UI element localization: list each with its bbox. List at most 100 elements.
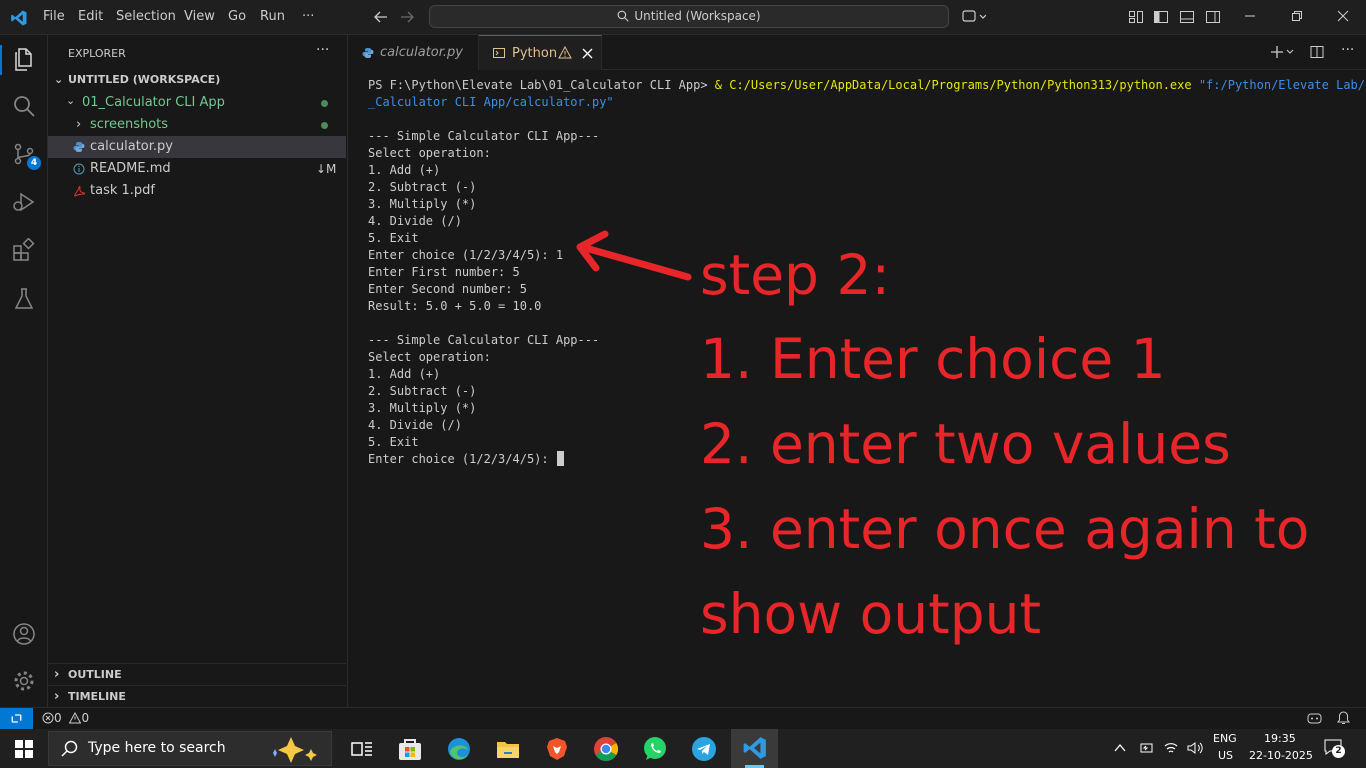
menu-go[interactable]: Go [228, 9, 246, 24]
menu-more[interactable]: ··· [302, 9, 314, 24]
chrome-browser-icon[interactable] [592, 735, 620, 763]
split-editor-icon[interactable] [1310, 45, 1324, 59]
menu-edit[interactable]: Edit [78, 9, 103, 24]
wifi-icon[interactable] [1163, 740, 1179, 756]
remote-indicator[interactable] [0, 708, 33, 730]
workspace-section-header[interactable]: ⌄ UNTITLED (WORKSPACE) [48, 69, 346, 91]
notification-center-button[interactable]: 2 [1324, 739, 1346, 759]
terminal-line: Select operation: [368, 350, 491, 364]
outline-section-header[interactable]: › OUTLINE [48, 663, 346, 686]
toggle-panel-icon[interactable] [1179, 9, 1195, 25]
new-terminal-icon[interactable] [1270, 45, 1294, 59]
terminal-arg: "f:/Python/Elevate Lab/01 [1191, 78, 1366, 92]
task-view-icon[interactable] [348, 735, 376, 763]
annotation-line: 2. enter two values [700, 412, 1231, 476]
info-icon [73, 163, 85, 175]
copilot-icon[interactable] [962, 9, 986, 25]
testing-icon[interactable] [12, 287, 36, 311]
accounts-icon[interactable] [12, 622, 36, 646]
file-explorer-icon[interactable] [494, 735, 522, 763]
search-icon [617, 10, 630, 22]
tree-item-folder-screenshots[interactable]: › screenshots [48, 114, 346, 136]
more-actions-button[interactable]: ··· [1341, 42, 1354, 58]
whatsapp-icon[interactable] [641, 735, 669, 763]
search-text: Untitled (Workspace) [634, 9, 761, 23]
chevron-down-icon: ⌄ [66, 94, 76, 107]
problems-indicator[interactable]: 0 0 [42, 711, 89, 725]
error-count: 0 [54, 711, 62, 725]
timeline-section-header[interactable]: › TIMELINE [48, 685, 346, 708]
terminal-line: --- Simple Calculator CLI App--- [368, 129, 600, 143]
clock-time[interactable]: 19:35 [1264, 732, 1296, 745]
clock-date[interactable]: 22-10-2025 [1249, 749, 1313, 762]
menu-run[interactable]: Run [260, 9, 285, 24]
editor-tab-bar: calculator.py Python ··· [348, 35, 1366, 70]
edge-browser-icon[interactable] [445, 735, 473, 763]
close-window-icon[interactable] [1336, 9, 1350, 23]
menu-file[interactable]: File [43, 9, 65, 24]
menu-selection[interactable]: Selection [116, 9, 176, 24]
tree-item-folder-calculator[interactable]: ⌄ 01_Calculator CLI App [48, 92, 346, 114]
forward-arrow-icon[interactable] [399, 9, 415, 25]
terminal-line: Enter choice (1/2/3/4/5): [368, 452, 556, 466]
tree-item-label: task 1.pdf [90, 183, 155, 198]
tab-python-terminal[interactable]: Python [479, 35, 602, 70]
tab-label: calculator.py [380, 45, 463, 60]
tree-item-calculator-py[interactable]: calculator.py [48, 136, 346, 158]
copilot-status-icon[interactable] [1307, 711, 1322, 725]
customize-layout-icon[interactable] [1128, 9, 1144, 25]
terminal-line: 4. Divide (/) [368, 418, 462, 432]
activity-bar: 4 [0, 35, 48, 707]
restore-icon[interactable] [1290, 9, 1304, 23]
battery-plug-icon[interactable] [1139, 740, 1155, 756]
timeline-title: TIMELINE [68, 690, 126, 703]
toggle-secondary-sidebar-icon[interactable] [1205, 9, 1221, 25]
back-arrow-icon[interactable] [373, 9, 389, 25]
terminal-line: 4. Divide (/) [368, 214, 462, 228]
tree-item-readme[interactable]: README.md ↓M [48, 158, 346, 180]
telegram-icon[interactable] [690, 735, 718, 763]
taskbar-vscode-active[interactable] [731, 729, 778, 768]
search-placeholder: Type here to search [88, 740, 226, 756]
explorer-sidebar: EXPLORER ··· ⌄ UNTITLED (WORKSPACE) ⌄ 01… [48, 35, 348, 707]
minimize-icon[interactable] [1243, 9, 1257, 23]
remote-icon [11, 714, 22, 723]
close-tab-icon[interactable] [582, 48, 593, 59]
region-indicator[interactable]: US [1218, 749, 1233, 762]
sidebar-more-button[interactable]: ··· [316, 42, 329, 58]
windows-start-icon[interactable] [15, 740, 33, 758]
sidebar-title: EXPLORER [68, 47, 126, 60]
terminal-cursor [556, 451, 564, 466]
command-center-search[interactable]: Untitled (Workspace) [429, 5, 949, 28]
taskbar-search-box[interactable]: Type here to search [48, 731, 332, 766]
brave-browser-icon[interactable] [543, 735, 571, 763]
annotation-step-title: step 2: [700, 243, 890, 307]
terminal-line: --- Simple Calculator CLI App--- [368, 333, 600, 347]
terminal-arg-continued: _Calculator CLI App/calculator.py" [368, 95, 614, 109]
language-indicator[interactable]: ENG [1213, 732, 1237, 745]
explorer-icon[interactable] [12, 47, 36, 71]
microsoft-store-icon[interactable] [396, 735, 424, 763]
show-hidden-icons-icon[interactable] [1114, 743, 1126, 753]
terminal-line: Enter choice (1/2/3/4/5): 1 [368, 248, 564, 262]
tree-item-task-pdf[interactable]: task 1.pdf [48, 180, 346, 202]
workspace-title: UNTITLED (WORKSPACE) [68, 73, 221, 86]
tab-calculator-py[interactable]: calculator.py [348, 35, 479, 70]
extensions-icon[interactable] [12, 238, 36, 262]
sparkle-icon [273, 737, 317, 763]
notifications-bell-icon[interactable] [1337, 711, 1350, 725]
settings-gear-icon[interactable] [12, 669, 36, 693]
terminal-amp: & [714, 78, 730, 92]
warning-icon [69, 711, 82, 724]
run-debug-icon[interactable] [12, 190, 36, 214]
search-icon[interactable] [12, 94, 36, 118]
volume-icon[interactable] [1186, 740, 1204, 756]
vscode-logo-icon[interactable] [10, 9, 28, 27]
tree-item-label: 01_Calculator CLI App [82, 95, 225, 110]
toggle-primary-sidebar-icon[interactable] [1153, 9, 1169, 25]
terminal-line: 3. Multiply (*) [368, 401, 477, 415]
terminal-input-line: Enter choice (1/2/3/4/5): [368, 451, 564, 468]
menu-view[interactable]: View [184, 9, 215, 24]
terminal-line: Select operation: [368, 146, 491, 160]
error-icon [42, 712, 54, 724]
